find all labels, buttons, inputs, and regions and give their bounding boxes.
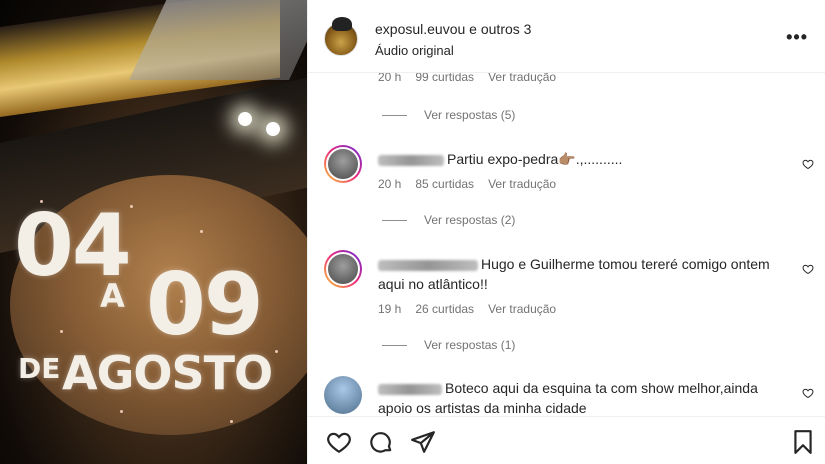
date-month: AGOSTO <box>62 346 273 400</box>
comment-time: 20 h <box>378 177 402 191</box>
spark <box>130 205 133 208</box>
audio-label[interactable]: Áudio original <box>375 43 454 58</box>
account-avatar[interactable] <box>324 17 358 56</box>
view-replies-button[interactable]: Ver respostas (2) <box>382 213 515 227</box>
comment-text: Partiu expo-pedra👉🏽.,.......... <box>447 151 623 167</box>
view-replies-label: Ver respostas (1) <box>424 338 516 352</box>
commenter-avatar[interactable] <box>324 145 362 183</box>
more-horizontal-icon[interactable]: ••• <box>786 27 808 48</box>
comment-time: 19 h <box>378 302 402 316</box>
like-comment-heart-icon[interactable] <box>802 387 814 399</box>
comment-body: Partiu expo-pedra👉🏽.,.......... <box>378 149 778 169</box>
heart-icon[interactable] <box>326 429 352 455</box>
comment-likes[interactable]: 26 curtidas <box>415 302 474 316</box>
like-comment-heart-icon[interactable] <box>802 158 814 170</box>
divider-line <box>382 345 407 347</box>
translate-link[interactable]: Ver tradução <box>488 177 556 191</box>
commenter-username[interactable] <box>378 154 444 166</box>
commenter-username[interactable] <box>378 383 442 395</box>
comment-icon[interactable] <box>368 429 394 455</box>
commenter-username[interactable] <box>378 259 478 271</box>
view-replies-label: Ver respostas (5) <box>424 108 516 122</box>
comment-likes[interactable]: 99 curtidas <box>415 73 474 84</box>
account-names[interactable]: exposul.euvou e outros 3 <box>375 21 531 37</box>
date-end-day: 09 <box>146 255 264 355</box>
comment-body: Hugo e Guilherme tomou tereré comigo ont… <box>378 254 778 294</box>
comment-meta: 20 h 99 curtidas Ver tradução <box>378 72 570 84</box>
spark <box>230 420 233 423</box>
commenter-avatar[interactable] <box>324 250 362 288</box>
spark <box>200 230 203 233</box>
share-icon[interactable] <box>410 429 436 455</box>
commenter-avatar[interactable] <box>324 376 362 414</box>
date-month-prefix: DE <box>18 352 61 385</box>
spark <box>275 350 278 353</box>
view-replies-label: Ver respostas (2) <box>424 213 516 227</box>
like-comment-heart-icon[interactable] <box>802 263 814 275</box>
comment-list[interactable]: 20 h 99 curtidas Ver tradução Ver resposta… <box>308 72 825 416</box>
bookmark-icon[interactable] <box>790 429 816 455</box>
view-replies-button[interactable]: Ver respostas (5) <box>382 108 515 122</box>
action-bar <box>308 416 825 464</box>
comment-time: 20 h <box>378 72 402 84</box>
comments-panel: exposul.euvou e outros 3 Áudio original … <box>307 0 825 464</box>
comment-likes[interactable]: 85 curtidas <box>415 177 474 191</box>
comment-body: Boteco aqui da esquina ta com show melho… <box>378 378 778 416</box>
divider-line <box>382 115 407 117</box>
post-header: exposul.euvou e outros 3 Áudio original … <box>308 0 825 72</box>
date-connector: A <box>100 277 125 315</box>
spark <box>60 330 63 333</box>
translate-link[interactable]: Ver tradução <box>488 73 556 84</box>
reel-video[interactable]: 04 A 09 DE AGOSTO <box>0 0 307 464</box>
spark <box>120 410 123 413</box>
comment-meta: 19 h 26 curtidas Ver tradução <box>378 302 570 316</box>
flood-light <box>238 112 252 126</box>
flood-light <box>266 122 280 136</box>
translate-link[interactable]: Ver tradução <box>488 302 556 316</box>
comment-meta: 20 h 85 curtidas Ver tradução <box>378 177 570 191</box>
divider-line <box>382 220 407 222</box>
view-replies-button[interactable]: Ver respostas (1) <box>382 338 515 352</box>
